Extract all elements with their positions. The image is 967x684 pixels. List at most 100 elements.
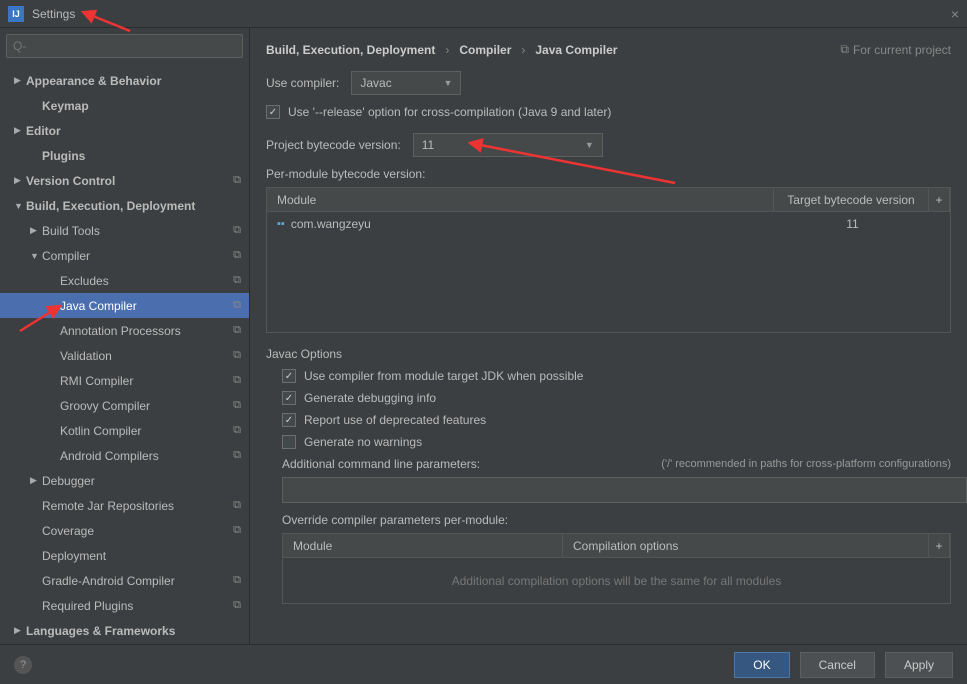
checkbox-label: Generate debugging info [304, 391, 436, 405]
tree-item-compiler[interactable]: ▼Compiler⧉ [0, 243, 249, 268]
cmdline-hint: ('/' recommended in paths for cross-plat… [500, 458, 951, 470]
table-row[interactable]: ▪▪com.wangzeyu11 [267, 212, 950, 236]
tree-item-label: Deployment [42, 549, 249, 563]
tree-item-appearance-behavior[interactable]: ▶Appearance & Behavior [0, 68, 249, 93]
copy-icon: ⧉ [233, 574, 241, 587]
expand-arrow-icon: ▼ [30, 251, 40, 261]
copy-icon: ⧉ [233, 374, 241, 387]
tree-item-label: Keymap [42, 99, 249, 113]
no-warnings-checkbox[interactable] [282, 435, 296, 449]
use-module-jdk-checkbox[interactable] [282, 369, 296, 383]
checkbox-label: Report use of deprecated features [304, 413, 486, 427]
tree-item-editor[interactable]: ▶Editor [0, 118, 249, 143]
chevron-down-icon: ▼ [443, 78, 452, 88]
tree-item-keymap[interactable]: ▶Keymap [0, 93, 249, 118]
tree-item-build-execution-deployment[interactable]: ▼Build, Execution, Deployment [0, 193, 249, 218]
tree-item-label: Groovy Compiler [60, 399, 233, 413]
tree-item-label: Annotation Processors [60, 324, 233, 338]
tree-item-label: Java Compiler [60, 299, 233, 313]
breadcrumb: Build, Execution, Deployment › Compiler … [266, 42, 951, 57]
module-name: com.wangzeyu [291, 217, 371, 231]
tree-item-languages-frameworks[interactable]: ▶Languages & Frameworks [0, 618, 249, 643]
dialog-footer: ? OK Cancel Apply [0, 644, 967, 684]
tree-item-version-control[interactable]: ▶Version Control⧉ [0, 168, 249, 193]
use-compiler-dropdown[interactable]: Javac ▼ [351, 71, 461, 95]
copy-icon: ⧉ [233, 424, 241, 437]
tree-item-plugins[interactable]: ▶Plugins [0, 143, 249, 168]
tree-item-label: Languages & Frameworks [26, 624, 249, 638]
copy-icon: ⧉ [233, 249, 241, 262]
close-icon[interactable]: × [951, 6, 959, 22]
titlebar: IJ Settings × [0, 0, 967, 28]
ok-button[interactable]: OK [734, 652, 789, 678]
checkbox-label: Use compiler from module target JDK when… [304, 369, 583, 383]
cmdline-input[interactable] [282, 477, 967, 503]
project-bytecode-dropdown[interactable]: 11 ▼ [413, 133, 603, 157]
tree-item-deployment[interactable]: ▶Deployment [0, 543, 249, 568]
copy-icon: ⧉ [840, 42, 849, 57]
tree-item-coverage[interactable]: ▶Coverage⧉ [0, 518, 249, 543]
override-header-opts[interactable]: Compilation options [563, 534, 929, 557]
help-icon[interactable]: ? [14, 656, 32, 674]
cancel-button[interactable]: Cancel [800, 652, 875, 678]
target-version: 11 [775, 212, 930, 236]
tree-item-remote-jar-repositories[interactable]: ▶Remote Jar Repositories⧉ [0, 493, 249, 518]
generate-debug-checkbox[interactable] [282, 391, 296, 405]
tree-item-validation[interactable]: ▶Validation⧉ [0, 343, 249, 368]
copy-icon: ⧉ [233, 299, 241, 312]
tree-item-label: Required Plugins [42, 599, 233, 613]
override-label: Override compiler parameters per-module: [282, 513, 951, 527]
app-icon: IJ [8, 6, 24, 22]
tree-item-label: Android Compilers [60, 449, 233, 463]
tree-item-label: Compiler [42, 249, 233, 263]
chevron-down-icon: ▼ [585, 140, 594, 150]
deprecated-checkbox[interactable] [282, 413, 296, 427]
copy-icon: ⧉ [233, 449, 241, 462]
tree-item-rmi-compiler[interactable]: ▶RMI Compiler⧉ [0, 368, 249, 393]
tree-item-label: Build Tools [42, 224, 233, 238]
expand-arrow-icon: ▶ [14, 175, 24, 186]
override-table: Module Compilation options + Additional … [282, 533, 951, 604]
table-header-target[interactable]: Target bytecode version [774, 188, 929, 211]
tree-item-label: Gradle-Android Compiler [42, 574, 233, 588]
copy-icon: ⧉ [233, 324, 241, 337]
override-header-module[interactable]: Module [283, 534, 563, 557]
tree-item-annotation-processors[interactable]: ▶Annotation Processors⧉ [0, 318, 249, 343]
tree-item-label: Remote Jar Repositories [42, 499, 233, 513]
tree-item-label: Excludes [60, 274, 233, 288]
tree-item-label: Editor [26, 124, 249, 138]
add-module-button[interactable]: + [929, 188, 950, 211]
tree-item-excludes[interactable]: ▶Excludes⧉ [0, 268, 249, 293]
table-header-module[interactable]: Module [267, 188, 774, 211]
copy-icon: ⧉ [233, 524, 241, 537]
breadcrumb-part: Build, Execution, Deployment [266, 43, 435, 57]
tree-item-label: Plugins [42, 149, 249, 163]
expand-arrow-icon: ▶ [30, 225, 40, 236]
tree-item-label: Kotlin Compiler [60, 424, 233, 438]
tree-item-android-compilers[interactable]: ▶Android Compilers⧉ [0, 443, 249, 468]
tree-item-java-compiler[interactable]: ▶Java Compiler⧉ [0, 293, 249, 318]
search-input[interactable] [6, 34, 243, 58]
project-bytecode-label: Project bytecode version: [266, 138, 401, 152]
main-panel: Build, Execution, Deployment › Compiler … [250, 28, 967, 644]
breadcrumb-part: Compiler [459, 43, 511, 57]
tree-item-tools[interactable]: ▶Tools [0, 643, 249, 644]
expand-arrow-icon: ▶ [30, 475, 40, 486]
add-override-button[interactable]: + [929, 534, 950, 557]
tree-item-gradle-android-compiler[interactable]: ▶Gradle-Android Compiler⧉ [0, 568, 249, 593]
for-project-label: ⧉ For current project [840, 42, 951, 57]
tree-item-groovy-compiler[interactable]: ▶Groovy Compiler⧉ [0, 393, 249, 418]
copy-icon: ⧉ [233, 599, 241, 612]
tree-item-build-tools[interactable]: ▶Build Tools⧉ [0, 218, 249, 243]
use-compiler-label: Use compiler: [266, 76, 339, 90]
apply-button[interactable]: Apply [885, 652, 953, 678]
release-option-checkbox[interactable] [266, 105, 280, 119]
expand-arrow-icon: ▼ [14, 201, 24, 211]
tree-item-debugger[interactable]: ▶Debugger [0, 468, 249, 493]
tree-item-label: Coverage [42, 524, 233, 538]
tree-item-required-plugins[interactable]: ▶Required Plugins⧉ [0, 593, 249, 618]
copy-icon: ⧉ [233, 224, 241, 237]
tree-item-label: Version Control [26, 174, 233, 188]
tree-item-kotlin-compiler[interactable]: ▶Kotlin Compiler⧉ [0, 418, 249, 443]
expand-arrow-icon: ▶ [14, 75, 24, 86]
